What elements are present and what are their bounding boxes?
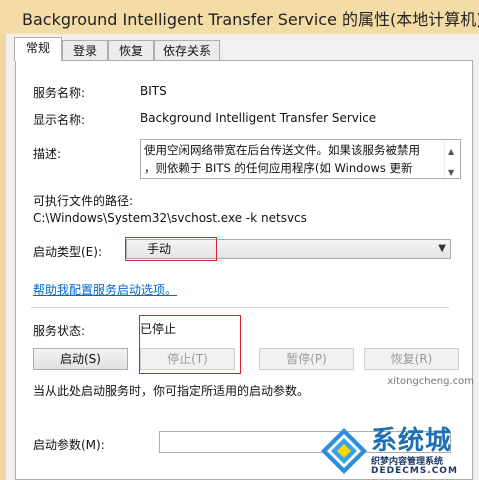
chevron-down-icon: ▼ bbox=[438, 243, 446, 254]
start-button[interactable]: 启动(S) bbox=[33, 348, 128, 370]
scroll-down-icon[interactable]: ▼ bbox=[448, 164, 454, 178]
watermark-brand: 系统城 bbox=[371, 426, 453, 456]
tab-dependencies[interactable]: 依存关系 bbox=[154, 40, 220, 60]
title-bar[interactable]: Background Intelligent Transfer Service … bbox=[0, 0, 479, 34]
service-name-label: 服务名称: bbox=[33, 86, 86, 100]
watermark-corner-text: xitongcheng.com bbox=[387, 376, 474, 387]
exe-path-value: C:\Windows\System32\svchost.exe -k netsv… bbox=[33, 211, 307, 225]
start-params-hint: 当从此处启动服务时，你可指定所适用的启动参数。 bbox=[33, 384, 310, 398]
description-line-1: 使用空闲网络带宽在后台传送文件。如果该服务被禁用 bbox=[144, 143, 420, 157]
tab-recovery-label: 恢复 bbox=[118, 44, 143, 58]
service-name-value: BITS bbox=[140, 84, 167, 98]
service-status-label: 服务状态: bbox=[33, 324, 86, 338]
diamond-logo-icon bbox=[321, 428, 367, 474]
help-configure-link[interactable]: 帮助我配置服务启动选项。 bbox=[33, 281, 177, 298]
startup-type-select[interactable]: 手动 ▼ bbox=[126, 239, 451, 259]
resume-button[interactable]: 恢复(R) bbox=[364, 348, 459, 370]
watermark: xitongcheng.com 系统城 织梦内容管理系统 DEDECMS.COM bbox=[319, 376, 479, 480]
general-panel: 服务名称: BITS 显示名称: Background Intelligent … bbox=[15, 60, 473, 480]
startup-type-label: 启动类型(E): bbox=[33, 245, 102, 259]
divider bbox=[31, 307, 449, 308]
description-scrollbar[interactable]: ▲ ▼ bbox=[444, 140, 460, 178]
service-status-value: 已停止 bbox=[140, 322, 177, 336]
tab-general-active[interactable]: 常规 bbox=[14, 37, 62, 61]
dialog-client: 常规 常规 登录 恢复 依存关系 服务名称: BITS 显示名称: Backgr… bbox=[6, 34, 479, 480]
tab-dependencies-label: 依存关系 bbox=[162, 44, 211, 58]
display-name-label: 显示名称: bbox=[33, 113, 86, 127]
start-params-label: 启动参数(M): bbox=[33, 438, 105, 452]
window-title: Background Intelligent Transfer Service … bbox=[22, 10, 479, 29]
scroll-up-icon[interactable]: ▲ bbox=[448, 143, 454, 161]
tab-recovery[interactable]: 恢复 bbox=[108, 40, 154, 60]
pause-button[interactable]: 暂停(P) bbox=[259, 348, 354, 370]
watermark-url: DEDECMS.COM bbox=[371, 466, 458, 476]
description-line-2: ，则依赖于 BITS 的任何应用程序(如 Windows 更新 bbox=[144, 161, 413, 175]
startup-type-value: 手动 bbox=[147, 242, 172, 256]
tab-logon-label: 登录 bbox=[72, 44, 97, 58]
description-box[interactable]: 使用空闲网络带宽在后台传送文件。如果该服务被禁用 ，则依赖于 BITS 的任何应… bbox=[140, 139, 461, 179]
tab-logon[interactable]: 登录 bbox=[62, 40, 108, 60]
tab-general-active-label: 常规 bbox=[25, 41, 50, 55]
description-label: 描述: bbox=[33, 147, 62, 161]
exe-path-label: 可执行文件的路径: bbox=[33, 194, 134, 208]
stop-button[interactable]: 停止(T) bbox=[140, 348, 235, 370]
display-name-value: Background Intelligent Transfer Service bbox=[140, 111, 377, 125]
